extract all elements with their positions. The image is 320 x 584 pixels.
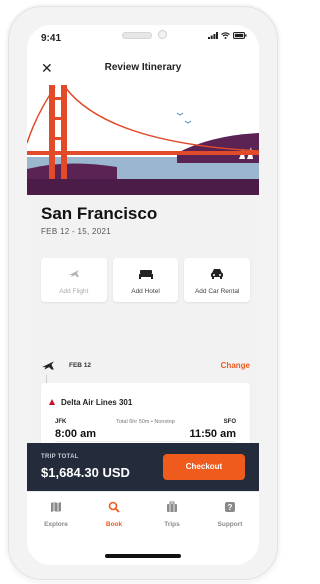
checkout-bar: TRIP TOTAL $1,684.30 USD Checkout — [27, 443, 259, 491]
battery-icon — [233, 32, 247, 39]
airplane-icon — [68, 270, 79, 277]
tab-book[interactable]: Book — [85, 500, 143, 528]
phone-frame: 9:41 ✕ Review Itinerary San Francisco FE… — [8, 6, 278, 580]
system-icons — [208, 32, 247, 39]
search-icon — [108, 501, 120, 513]
destination-code: SFO — [223, 419, 236, 425]
airline-name: Delta Air Lines 301 — [61, 398, 133, 407]
page-title: Review Itinerary — [104, 62, 182, 73]
app-screen: 9:41 ✕ Review Itinerary San Francisco FE… — [27, 25, 259, 565]
svg-text:?: ? — [228, 503, 233, 512]
tab-explore[interactable]: Explore — [27, 500, 85, 528]
tab-bar: Explore Book Trips ? Support — [27, 491, 259, 565]
depart-time: 8:00 am — [55, 428, 96, 440]
change-flight-link[interactable]: Change — [221, 361, 250, 370]
signal-icon — [208, 32, 218, 39]
add-flight-card[interactable]: Add Flight — [41, 258, 107, 302]
flight-date: FEB 12 — [69, 362, 92, 369]
divider — [55, 441, 236, 442]
add-car-rental-label: Add Car Rental — [194, 288, 240, 295]
hero-illustration — [27, 83, 259, 195]
delta-logo-icon — [49, 399, 55, 405]
help-icon: ? — [225, 502, 235, 512]
tab-support-label: Support — [217, 521, 243, 528]
flight-header: FEB 12 Change — [41, 359, 250, 375]
car-icon — [211, 269, 224, 279]
arrive-time: 11:50 am — [189, 428, 236, 440]
flight-duration: Total 6hr 50m • Nonstop — [116, 419, 175, 425]
tab-trips[interactable]: Trips — [143, 500, 201, 528]
trip-total-label: TRIP TOTAL — [41, 454, 79, 460]
tab-book-label: Book — [105, 521, 123, 528]
trip-total-value: $1,684.30 USD — [41, 465, 130, 480]
tab-explore-label: Explore — [44, 521, 68, 528]
suitcase-icon — [167, 501, 177, 512]
add-options-row: Add Flight Add Hotel Add Car Rental — [41, 258, 251, 302]
trip-dates: FEB 12 - 15, 2021 — [41, 227, 112, 236]
checkout-button[interactable]: Checkout — [163, 454, 245, 480]
wifi-icon — [221, 32, 230, 39]
tab-trips-label: Trips — [164, 521, 180, 528]
golden-gate-bridge-illustration — [27, 83, 259, 195]
status-bar: 9:41 — [27, 25, 259, 53]
camera-icon — [158, 30, 167, 39]
destination-city: San Francisco — [41, 204, 158, 223]
map-icon — [51, 502, 61, 512]
status-time: 9:41 — [41, 33, 62, 44]
speaker-icon — [122, 32, 152, 39]
add-hotel-label: Add Hotel — [131, 288, 160, 295]
home-indicator — [105, 554, 181, 558]
airplane-icon — [42, 361, 54, 370]
bed-icon — [138, 270, 153, 279]
nav-bar: ✕ Review Itinerary — [27, 53, 259, 84]
tab-support[interactable]: ? Support — [201, 500, 259, 528]
add-hotel-card[interactable]: Add Hotel — [112, 258, 179, 302]
add-flight-label: Add Flight — [59, 288, 89, 295]
add-car-rental-card[interactable]: Add Car Rental — [184, 258, 251, 302]
